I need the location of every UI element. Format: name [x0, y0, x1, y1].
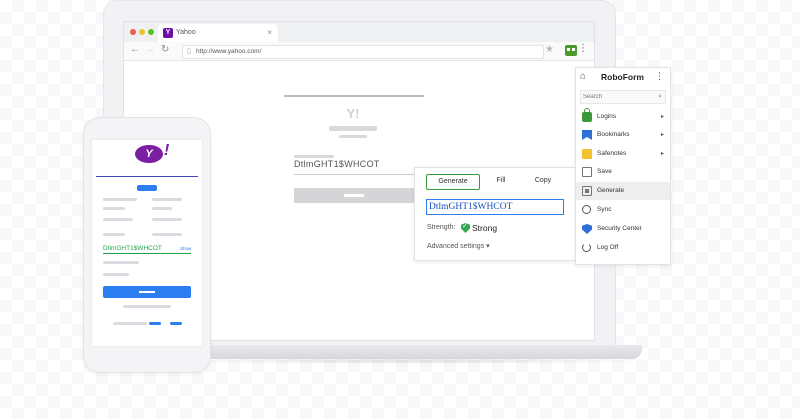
phone-row-placeholder — [103, 273, 129, 276]
roboform-item-security-center[interactable]: Security Center — [576, 220, 670, 238]
url-text: http://www.yahoo.com/ — [196, 48, 262, 55]
phone-password-field[interactable]: DtlmGHT1$WHCOT — [103, 245, 162, 252]
forward-arrow-icon[interactable]: → — [145, 44, 155, 55]
password-generator-popup: Generate Fill Copy DtlmGHT1$WHCOT Streng… — [414, 167, 577, 261]
phone-signin-label-placeholder — [139, 291, 155, 293]
tab-close-icon[interactable]: × — [267, 24, 272, 42]
phone-yahoo-logo: Y — [135, 145, 163, 163]
page-subheading-placeholder — [339, 135, 367, 138]
roboform-menu-icon[interactable]: ⋮ — [655, 71, 664, 82]
phone-show-link[interactable]: Show — [180, 246, 191, 251]
password-label-placeholder — [294, 155, 334, 158]
back-arrow-icon[interactable]: ← — [130, 44, 140, 55]
phone-row-placeholder — [123, 305, 171, 308]
generate-icon — [582, 186, 592, 196]
strength-shield-icon — [461, 223, 470, 233]
browser-menu-icon[interactable]: ⋮ — [578, 43, 588, 54]
roboform-item-label: Sync — [597, 206, 612, 213]
roboform-item-label: Save — [597, 168, 612, 175]
laptop-shadow — [160, 358, 660, 364]
roboform-item-generate[interactable]: Generate — [576, 182, 670, 200]
phone-row-placeholder — [103, 207, 125, 210]
strength-value: Strong — [472, 223, 498, 233]
roboform-item-label: Logins — [597, 113, 617, 120]
roboform-item-log-off[interactable]: Log Off — [576, 239, 670, 257]
phone-footer-link[interactable] — [149, 322, 161, 325]
phone-row-placeholder — [103, 261, 139, 264]
roboform-item-logins[interactable]: Logins ▸ — [576, 108, 670, 126]
note-icon — [582, 149, 592, 159]
save-icon — [582, 167, 592, 177]
roboform-item-safenotes[interactable]: Safenotes ▸ — [576, 145, 670, 163]
fill-button[interactable]: Fill — [485, 174, 517, 188]
browser-tab[interactable]: Y Yahoo × — [158, 24, 278, 42]
roboform-item-label: Log Off — [597, 244, 619, 251]
generate-button[interactable]: Generate — [426, 174, 480, 190]
yahoo-favicon-icon: Y — [163, 28, 173, 38]
phone-device: Y ! DtlmGHT1$WHCOT Show — [84, 118, 210, 372]
roboform-item-save[interactable]: Save — [576, 163, 670, 181]
phone-signin-button[interactable] — [103, 286, 191, 298]
password-underline — [294, 174, 414, 175]
page-heading-placeholder — [329, 126, 377, 131]
page-header-line — [284, 95, 424, 97]
chevron-right-icon: ▸ — [660, 132, 664, 138]
page-password-field[interactable]: DtlmGHT1$WHCOT — [294, 159, 380, 169]
page-info-icon: ▯ — [187, 48, 191, 55]
roboform-extension-icon[interactable] — [565, 45, 577, 56]
phone-footer-placeholder — [113, 322, 147, 325]
roboform-item-label: Security Center — [597, 225, 642, 232]
bookmark-star-icon[interactable]: ★ — [545, 44, 554, 55]
roboform-item-label: Safenotes — [597, 150, 627, 157]
phone-footer-link[interactable] — [170, 322, 182, 325]
window-close-dot[interactable] — [130, 29, 136, 35]
sync-icon — [582, 205, 591, 214]
phone-password-underline — [103, 253, 191, 254]
bookmark-icon — [582, 130, 592, 140]
roboform-search: ⌕ — [580, 90, 666, 104]
reload-icon[interactable]: ↻ — [161, 44, 169, 55]
advanced-settings-link[interactable]: Advanced settings ▾ — [427, 242, 490, 250]
tab-bar: Y Yahoo × — [124, 22, 594, 42]
phone-yahoo-logo-exclaim: ! — [164, 142, 170, 159]
chevron-right-icon: ▸ — [660, 151, 664, 157]
phone-row-placeholder — [103, 218, 133, 221]
strength-label: Strength: — [427, 224, 456, 231]
window-minimize-dot[interactable] — [139, 29, 145, 35]
phone-row-placeholder — [152, 207, 172, 210]
search-icon[interactable]: ⌕ — [658, 91, 662, 103]
roboform-item-label: Generate — [597, 187, 625, 194]
window-maximize-dot[interactable] — [148, 29, 154, 35]
phone-row-placeholder — [152, 218, 182, 221]
lock-icon — [582, 108, 592, 122]
roboform-item-bookmarks[interactable]: Bookmarks ▸ — [576, 126, 670, 144]
phone-tab-highlight[interactable] — [137, 185, 157, 191]
roboform-item-label: Bookmarks — [597, 131, 630, 138]
phone-screen: Y ! DtlmGHT1$WHCOT Show — [92, 140, 202, 346]
phone-row-placeholder — [103, 233, 125, 236]
roboform-search-input[interactable] — [583, 91, 649, 103]
url-field[interactable]: ▯ http://www.yahoo.com/ — [182, 45, 544, 59]
phone-row-placeholder — [103, 198, 137, 201]
chevron-right-icon: ▸ — [660, 114, 664, 120]
roboform-title: RoboForm — [601, 72, 644, 82]
roboform-item-sync[interactable]: Sync — [576, 201, 670, 219]
generated-password-field[interactable]: DtlmGHT1$WHCOT — [426, 199, 564, 215]
power-icon — [582, 243, 591, 252]
page-signin-button[interactable] — [294, 188, 414, 203]
laptop-base — [180, 345, 642, 359]
tab-title: Yahoo — [176, 29, 196, 36]
phone-header-divider — [96, 176, 198, 177]
roboform-panel: ⌂ RoboForm ⋮ ⌕ Logins ▸ Bookmarks ▸ Safe… — [575, 67, 671, 265]
phone-row-placeholder — [152, 233, 182, 236]
phone-row-placeholder — [152, 198, 182, 201]
address-bar: ← → ↻ ▯ http://www.yahoo.com/ ★ ⋮ — [124, 42, 594, 61]
shield-icon — [582, 224, 592, 234]
copy-button[interactable]: Copy — [525, 174, 561, 188]
page-logo: Y! — [346, 106, 360, 121]
home-icon[interactable]: ⌂ — [580, 71, 586, 82]
